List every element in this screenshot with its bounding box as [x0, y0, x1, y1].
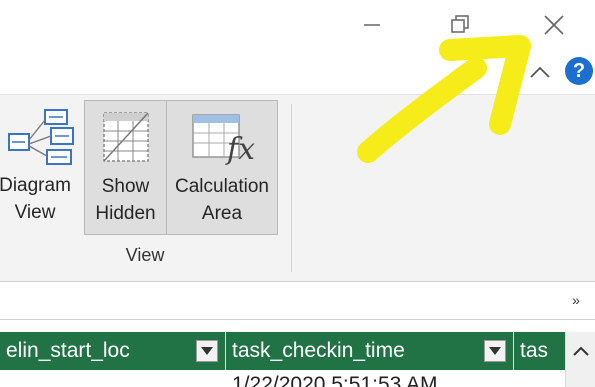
close-button[interactable] — [532, 8, 576, 42]
column-header[interactable]: elin_start_loc — [0, 332, 226, 370]
column-header-label: task_checkin_time — [232, 339, 405, 362]
table-cell[interactable]: 1/22/2020 5:51:53 AM — [232, 373, 438, 387]
filter-dropdown-button[interactable] — [196, 340, 218, 362]
show-hidden-label-2: Hidden — [95, 203, 156, 224]
diagram-view-icon — [8, 109, 74, 165]
calculation-area-icon: fx — [192, 114, 255, 165]
vertical-scrollbar[interactable] — [565, 332, 595, 387]
calculation-area-label-1: Calculation — [175, 176, 269, 197]
column-header[interactable]: tas — [514, 332, 565, 370]
ribbon-tab-strip — [0, 50, 595, 94]
calculation-area-button[interactable]: fx Calculation Area — [167, 100, 278, 235]
group-separator — [291, 104, 292, 272]
dropdown-arrow-icon — [201, 347, 213, 355]
column-header-label: tas — [520, 339, 549, 362]
diagram-view-button[interactable]: Diagram View — [0, 100, 84, 235]
formula-bar[interactable]: » — [0, 282, 595, 320]
scroll-up-button[interactable] — [568, 340, 594, 362]
collapse-ribbon-button[interactable] — [526, 58, 554, 86]
title-bar — [0, 0, 595, 50]
calculation-area-label-2: Area — [201, 203, 243, 224]
grid-header: elin_start_loc task_checkin_time tas — [0, 332, 565, 370]
show-hidden-label-1: Show — [101, 176, 150, 197]
show-hidden-button[interactable]: Show Hidden — [84, 100, 167, 235]
view-group-label: View — [125, 245, 165, 265]
chevron-up-icon — [530, 66, 550, 78]
column-header-label: elin_start_loc — [6, 339, 130, 362]
help-button[interactable]: ? — [565, 57, 593, 85]
svg-text:fx: fx — [225, 132, 255, 165]
table-row[interactable]: 1/22/2020 5:51:53 AM — [0, 370, 565, 387]
restore-icon — [451, 15, 469, 33]
restore-button[interactable] — [438, 8, 482, 42]
diagram-view-label-1: Diagram — [0, 175, 71, 196]
minimize-icon — [364, 24, 380, 26]
dropdown-arrow-icon — [489, 347, 501, 355]
close-icon — [544, 15, 564, 35]
show-hidden-icon — [102, 112, 149, 162]
chevron-up-icon — [573, 346, 589, 356]
filter-dropdown-button[interactable] — [484, 340, 506, 362]
column-header[interactable]: task_checkin_time — [226, 332, 514, 370]
expand-formula-bar-button[interactable]: » — [564, 288, 588, 312]
minimize-button[interactable] — [350, 8, 394, 42]
diagram-view-label-2: View — [14, 202, 56, 223]
